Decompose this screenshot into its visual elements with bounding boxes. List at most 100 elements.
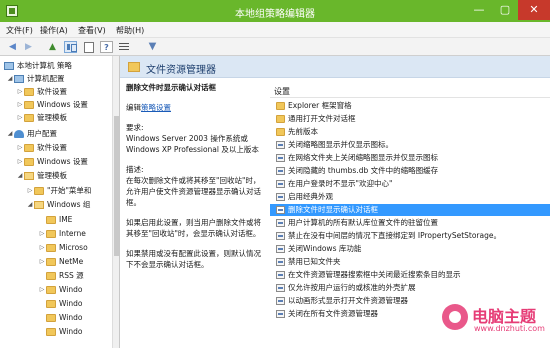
back-arrow-icon[interactable]: ◀ bbox=[6, 41, 19, 53]
folder-icon bbox=[46, 258, 56, 266]
expand-arrow-icon[interactable]: ▷ bbox=[16, 99, 24, 111]
folder-icon bbox=[24, 114, 34, 122]
policy-setting-icon bbox=[276, 141, 285, 149]
folder-icon bbox=[34, 187, 44, 195]
folder-icon bbox=[46, 216, 56, 224]
watermark-url: www.dnzhuti.com bbox=[474, 324, 545, 333]
forward-arrow-icon[interactable]: ▶ bbox=[22, 41, 35, 53]
folder-icon bbox=[24, 88, 34, 96]
folder-icon bbox=[46, 300, 56, 308]
description-label: 描述: bbox=[126, 165, 144, 174]
edit-policy-line: 编辑策略设置 bbox=[126, 103, 171, 112]
policy-icon bbox=[4, 62, 14, 70]
expand-arrow-icon[interactable]: ▷ bbox=[16, 112, 24, 124]
requirements-text-1: Windows Server 2003 操作系统或 bbox=[126, 134, 248, 143]
policy-setting-icon bbox=[276, 206, 285, 214]
computer-icon bbox=[14, 75, 24, 83]
policy-setting-icon bbox=[276, 167, 285, 175]
list-item[interactable]: 在网络文件夹上关闭缩略图显示并仅显示图标 bbox=[270, 152, 550, 164]
user-icon bbox=[14, 130, 24, 138]
folder-icon bbox=[24, 158, 34, 166]
column-header-setting[interactable]: 设置 bbox=[270, 84, 550, 98]
edit-policy-link[interactable]: 策略设置 bbox=[141, 103, 171, 112]
folder-icon bbox=[24, 144, 34, 152]
folder-icon bbox=[276, 128, 285, 136]
list-item[interactable]: 关闭隐藏的 thumbs.db 文件中的缩略图缓存 bbox=[270, 165, 550, 177]
list-item[interactable]: 关闭缩略图显示并仅显示图标。 bbox=[270, 139, 550, 151]
list-item[interactable]: 仅允许按用户运行的或核准的外壳扩展 bbox=[270, 282, 550, 294]
folder-icon bbox=[34, 201, 44, 209]
policy-setting-icon bbox=[276, 154, 285, 162]
list-view-icon[interactable] bbox=[118, 41, 131, 53]
maximize-button[interactable]: ▢ bbox=[492, 0, 518, 20]
list-item[interactable]: Explorer 框架窗格 bbox=[270, 100, 550, 112]
expand-arrow-icon[interactable]: ◢ bbox=[26, 199, 34, 211]
expand-arrow-icon[interactable]: ◢ bbox=[16, 170, 24, 182]
folder-icon bbox=[46, 314, 56, 322]
up-folder-icon[interactable]: ▲ bbox=[46, 41, 59, 53]
list-item[interactable]: 先前版本 bbox=[270, 126, 550, 138]
menu-view[interactable]: 查看(V) bbox=[78, 25, 106, 36]
list-item[interactable]: 通用打开文件对话框 bbox=[270, 113, 550, 125]
help-icon[interactable]: ? bbox=[100, 41, 113, 53]
list-item[interactable]: 关闭Windows 库功能 bbox=[270, 243, 550, 255]
tree-scrollbar-thumb[interactable] bbox=[114, 116, 119, 256]
policy-setting-icon bbox=[276, 297, 285, 305]
policy-setting-icon bbox=[276, 258, 285, 266]
menu-action[interactable]: 操作(A) bbox=[40, 25, 68, 36]
list-item-selected[interactable]: 删除文件时显示确认对话框 bbox=[270, 204, 550, 216]
minimize-button[interactable]: — bbox=[466, 0, 492, 20]
folder-icon bbox=[24, 172, 34, 180]
expand-arrow-icon[interactable]: ▷ bbox=[16, 156, 24, 168]
policy-setting-icon bbox=[276, 245, 285, 253]
category-header: 文件资源管理器 bbox=[120, 56, 550, 78]
folder-icon bbox=[46, 230, 56, 238]
expand-arrow-icon[interactable]: ▷ bbox=[38, 228, 46, 240]
requirements-text-2: Windows XP Professional 及以上版本 bbox=[126, 145, 259, 154]
list-item[interactable]: 在文件资源管理器搜索框中关闭最近搜索条目的显示 bbox=[270, 269, 550, 281]
folder-icon bbox=[24, 101, 34, 109]
list-item[interactable]: 在用户登录时不显示"欢迎中心" bbox=[270, 178, 550, 190]
tree-scrollbar[interactable] bbox=[112, 56, 119, 348]
expand-arrow-icon[interactable]: ◢ bbox=[6, 128, 14, 140]
navigation-tree[interactable]: 本地计算机 策略 ◢ 计算机配置 ▷ 软件设置 ▷ Windows 设置 ▷ 管… bbox=[0, 56, 120, 348]
close-button[interactable]: ✕ bbox=[518, 0, 550, 20]
folder-icon bbox=[276, 102, 285, 110]
filter-icon[interactable]: ▼ bbox=[146, 41, 159, 53]
list-item[interactable]: 启用经典外观 bbox=[270, 191, 550, 203]
policy-setting-icon bbox=[276, 310, 285, 318]
folder-icon bbox=[46, 328, 56, 336]
description-text: 在每次删除文件或将其移至"回收站"时，允许用户使文件资源管理器显示确认对话框。 bbox=[126, 176, 261, 207]
list-item[interactable]: 用户计算机的所有默认库位置文件的驻留位置 bbox=[270, 217, 550, 229]
policy-setting-icon bbox=[276, 219, 285, 227]
menu-help[interactable]: 帮助(H) bbox=[116, 25, 144, 36]
expand-arrow-icon[interactable]: ▷ bbox=[16, 142, 24, 154]
menu-file[interactable]: 文件(F) bbox=[6, 25, 33, 36]
expand-arrow-icon[interactable]: ◢ bbox=[6, 73, 14, 85]
folder-icon bbox=[46, 244, 56, 252]
policy-setting-icon bbox=[276, 180, 285, 188]
policy-name: 删除文件时显示确认对话框 bbox=[126, 83, 216, 92]
enabled-description: 如果启用此设置，则当用户删除文件或将其移至"回收站"时，会显示确认对话框。 bbox=[126, 218, 261, 238]
expand-arrow-icon[interactable]: ▷ bbox=[26, 185, 34, 197]
expand-arrow-icon[interactable]: ▷ bbox=[38, 242, 46, 254]
watermark-logo-icon bbox=[442, 304, 468, 330]
menu-bar: 文件(F) 操作(A) 查看(V) 帮助(H) bbox=[0, 22, 550, 38]
title-bar: 本地组策略编辑器 — ▢ ✕ bbox=[0, 0, 550, 22]
disabled-description: 如果禁用或没有配置此设置，则默认情况下不会显示确认对话框。 bbox=[126, 249, 261, 269]
list-item[interactable]: 禁止在没有中间层的情况下直接绑定到 IPropertySetStorage。 bbox=[270, 230, 550, 242]
policy-setting-icon bbox=[276, 232, 285, 240]
list-item[interactable]: 禁用已知文件夹 bbox=[270, 256, 550, 268]
category-title: 文件资源管理器 bbox=[146, 65, 216, 76]
show-hide-tree-icon[interactable] bbox=[64, 41, 77, 53]
folder-icon bbox=[46, 286, 56, 294]
properties-icon[interactable] bbox=[82, 41, 95, 53]
folder-icon bbox=[46, 272, 56, 280]
expand-arrow-icon[interactable]: ▷ bbox=[38, 256, 46, 268]
folder-icon bbox=[276, 115, 285, 123]
policy-description-panel: 删除文件时显示确认对话框 编辑策略设置 要求: Windows Server 2… bbox=[120, 78, 268, 348]
policy-setting-icon bbox=[276, 271, 285, 279]
expand-arrow-icon[interactable]: ▷ bbox=[38, 284, 46, 296]
expand-arrow-icon[interactable]: ▷ bbox=[16, 86, 24, 98]
requirements-label: 要求: bbox=[126, 123, 144, 132]
